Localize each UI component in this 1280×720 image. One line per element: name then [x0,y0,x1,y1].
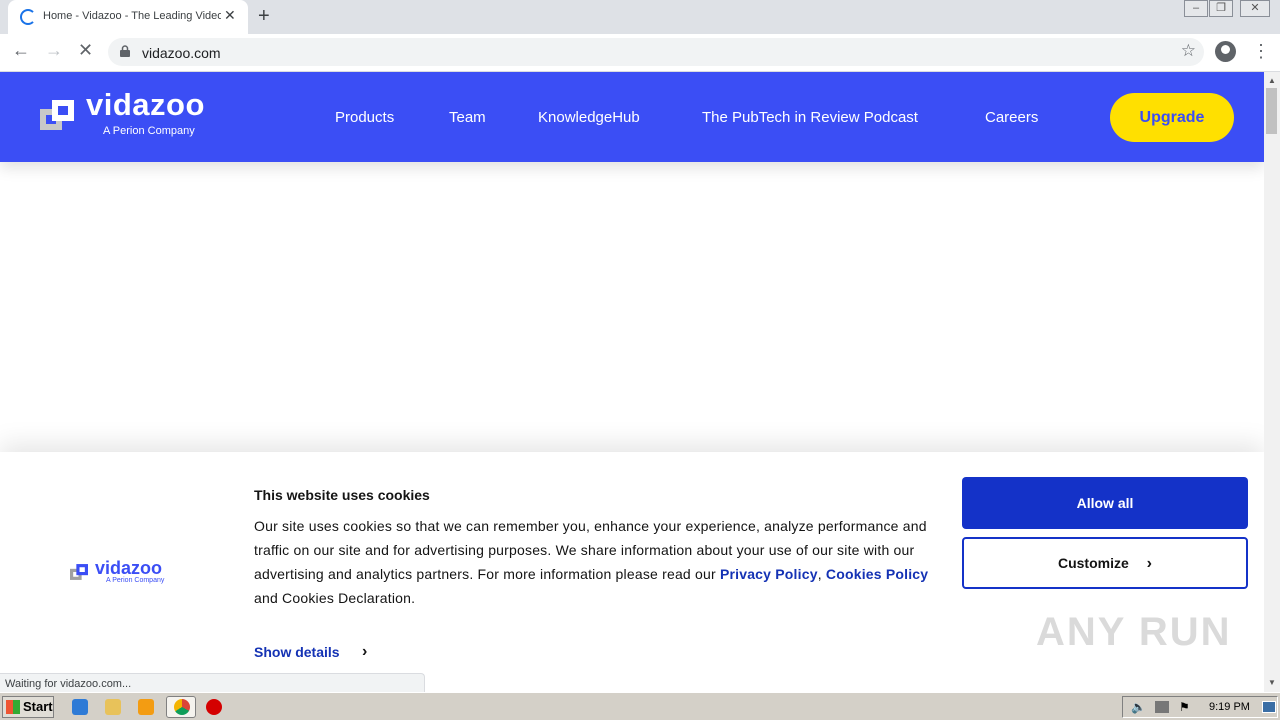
restore-button[interactable]: ❐ [1209,0,1233,17]
browser-toolbar: ← → ✕ vidazoo.com ☆ ⋮ [0,34,1280,72]
new-tab-button[interactable]: + [258,5,270,28]
close-window-button[interactable]: ✕ [1240,0,1270,17]
tab-title: Home - Vidazoo - The Leading Video [43,10,221,22]
tab-bar: Home - Vidazoo - The Leading Video ✕ + –… [0,0,1280,34]
page-scrollbar[interactable]: ▲ ▼ [1264,72,1280,692]
taskbar: Start 🔈 ⚑ 9:19 PM [0,692,1280,720]
cookie-text-part2: and Cookies Declaration. [254,590,416,606]
cookie-banner-logo-text: vidazoo [95,558,163,578]
back-button[interactable]: ← [12,40,30,61]
internet-explorer-icon[interactable] [72,699,88,715]
chevron-right-icon: › [1146,555,1152,572]
cookies-policy-link[interactable]: Cookies Policy [826,566,928,582]
chrome-taskbar-button[interactable] [166,696,196,718]
scroll-down-icon[interactable]: ▼ [1268,678,1276,687]
start-button[interactable]: Start [2,696,54,718]
privacy-policy-link[interactable]: Privacy Policy [720,566,818,582]
nav-products[interactable]: Products [335,109,394,126]
vidazoo-logo-icon[interactable] [40,100,74,130]
show-details-link[interactable]: Show details [254,644,340,660]
allow-all-button[interactable]: Allow all [962,477,1248,529]
site-header: vidazoo A Perion Company Products Team K… [0,72,1264,162]
cookie-banner-logo-subtitle: A Perion Company [106,577,165,584]
nav-knowledgehub[interactable]: KnowledgeHub [538,109,640,126]
url-text: vidazoo.com [142,45,221,61]
media-player-icon[interactable] [138,699,154,715]
browser-status-bar: Waiting for vidazoo.com... [0,673,425,692]
volume-icon[interactable]: 🔈 [1131,700,1146,714]
chrome-icon [174,699,190,715]
clock[interactable]: 9:19 PM [1209,701,1250,713]
profile-icon[interactable] [1215,41,1236,62]
show-desktop-icon[interactable] [1262,701,1276,713]
scroll-up-icon[interactable]: ▲ [1268,76,1276,85]
address-bar[interactable]: vidazoo.com ☆ [108,38,1204,66]
minimize-button[interactable]: – [1184,0,1208,17]
network-icon[interactable] [1155,701,1169,713]
chevron-right-icon[interactable]: › [362,643,367,661]
nav-team[interactable]: Team [449,109,486,126]
cookie-banner-logo-icon [70,564,88,580]
windows-logo-icon [6,700,20,714]
customize-label: Customize [1057,555,1129,571]
upgrade-button[interactable]: Upgrade [1110,93,1234,142]
logo-subtitle: A Perion Company [103,125,195,137]
action-center-flag-icon[interactable]: ⚑ [1179,700,1190,714]
anyrun-watermark: ANY RUN [1036,610,1232,654]
lock-icon [120,45,130,57]
logo-text[interactable]: vidazoo [86,87,205,123]
cookie-title: This website uses cookies [254,487,430,503]
start-label: Start [23,699,53,714]
scrollbar-thumb[interactable] [1266,88,1277,134]
customize-button[interactable]: Customize › [962,537,1248,589]
nav-careers[interactable]: Careers [985,109,1038,126]
cookie-text-separator: , [817,566,826,582]
file-explorer-icon[interactable] [105,699,121,715]
close-tab-icon[interactable]: ✕ [224,7,236,24]
forward-button[interactable]: → [45,40,63,61]
nav-podcast[interactable]: The PubTech in Review Podcast [702,109,918,126]
web-page: vidazoo A Perion Company Products Team K… [0,72,1264,692]
loading-spinner-icon [20,9,36,25]
stop-loading-button[interactable]: ✕ [78,40,93,61]
browser-tab[interactable]: Home - Vidazoo - The Leading Video ✕ [8,0,248,34]
antivirus-icon[interactable] [206,699,222,715]
cookie-banner: vidazoo A Perion Company This website us… [0,452,1264,692]
bookmark-star-icon[interactable]: ☆ [1181,41,1196,61]
cookie-description: Our site uses cookies so that we can rem… [254,514,944,610]
system-tray: 🔈 ⚑ [1122,696,1278,718]
browser-menu-icon[interactable]: ⋮ [1252,41,1270,62]
